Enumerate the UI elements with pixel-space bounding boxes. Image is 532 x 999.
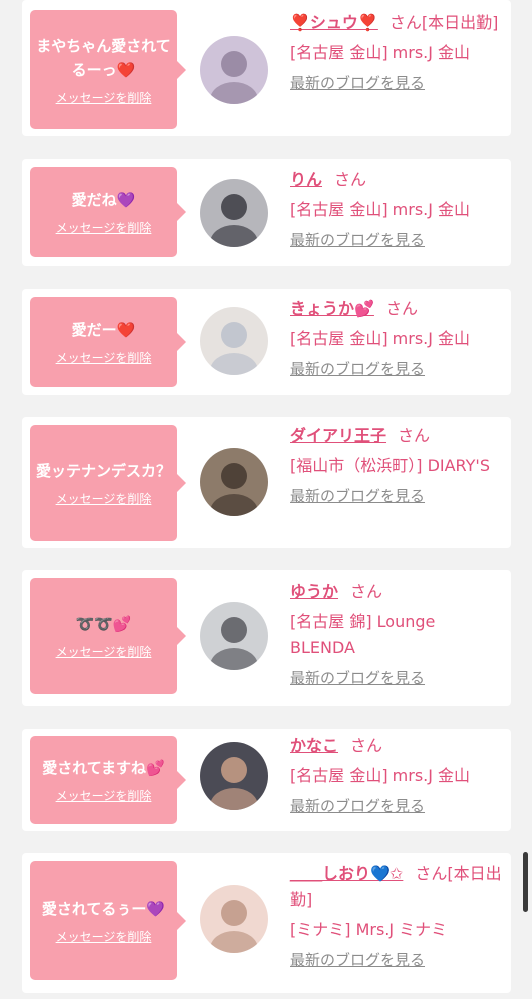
- avatar-image: [200, 448, 268, 516]
- delete-message-link[interactable]: メッセージを削除: [56, 491, 152, 507]
- girl-info: りん さん [名古屋 金山] mrs.J 金山 最新のブログを見る: [290, 167, 505, 251]
- avatar-photo-icon[interactable]: [200, 307, 268, 375]
- blog-link-wrap: 最新のブログを見る: [290, 479, 505, 507]
- honorific: さん: [350, 736, 383, 755]
- message-card: まやちゃん愛されてるーっ❤️ メッセージを削除 ❣️シュウ❣️ さん[本日出勤] [名古…: [22, 0, 511, 136]
- avatar-image: [200, 742, 268, 810]
- name-line: ダイアリ王子 さん: [290, 423, 505, 449]
- girl-info: ＿＿しおり💙✩ さん[本日出勤] [ミナミ] Mrs.J ミナミ 最新のブログを見る: [290, 861, 505, 971]
- honorific: さん: [398, 426, 431, 445]
- avatar-photo-icon[interactable]: [200, 885, 268, 953]
- honorific: さん: [385, 299, 418, 318]
- message-bubble: 愛ッテナンデスカ？ メッセージを削除: [30, 425, 186, 541]
- girl-info: きょうか💕 さん [名古屋 金山] mrs.J 金山 最新のブログを見る: [290, 296, 505, 380]
- girl-info: ❣️シュウ❣️ さん[本日出勤] [名古屋 金山] mrs.J 金山 最新のブログを見…: [290, 10, 505, 94]
- delete-message-link[interactable]: メッセージを削除: [56, 644, 152, 660]
- girl-name-link[interactable]: ❣️シュウ❣️: [290, 13, 378, 32]
- honorific: さん: [334, 170, 367, 189]
- blog-link-wrap: 最新のブログを見る: [290, 223, 505, 251]
- name-line: ❣️シュウ❣️ さん[本日出勤]: [290, 10, 505, 36]
- honorific: さん: [350, 582, 383, 601]
- latest-blog-link[interactable]: 最新のブログを見る: [290, 795, 425, 817]
- shop-name: [名古屋 金山] mrs.J 金山: [290, 43, 471, 62]
- girl-name-link[interactable]: りん: [290, 170, 322, 189]
- message-card: ➰➰💕 メッセージを削除 ゆうか さん [名古屋 錦] Lounge BLENDA 最新の…: [22, 570, 511, 706]
- message-card: 愛だね💜 メッセージを削除 りん さん [名古屋 金山] mrs.J 金山 最新のブログを…: [22, 159, 511, 266]
- girl-name-link[interactable]: きょうか💕: [290, 299, 374, 318]
- avatar-image: [200, 885, 268, 953]
- shop-name: [福山市（松浜町）] DIARY'S: [290, 456, 490, 475]
- blog-link-wrap: 最新のブログを見る: [290, 943, 505, 971]
- delete-message-link[interactable]: メッセージを削除: [56, 220, 152, 236]
- shop-name: [名古屋 金山] mrs.J 金山: [290, 329, 471, 348]
- avatar-image: [200, 602, 268, 670]
- delete-message-link[interactable]: メッセージを削除: [56, 90, 152, 106]
- girl-name-link[interactable]: ダイアリ王子: [290, 426, 386, 445]
- message-text: ➰➰💕: [75, 615, 132, 633]
- message-text: 愛だー❤️: [71, 321, 136, 339]
- message-card: 愛されてますね💕 メッセージを削除 かなこ さん [名古屋 金山] mrs.J 金山 最新…: [22, 729, 511, 831]
- girl-info: ダイアリ王子 さん [福山市（松浜町）] DIARY'S 最新のブログを見る: [290, 423, 505, 507]
- message-list: まやちゃん愛されてるーっ❤️ メッセージを削除 ❣️シュウ❣️ さん[本日出勤] [名古…: [0, 0, 532, 999]
- delete-message-link[interactable]: メッセージを削除: [56, 929, 152, 945]
- latest-blog-link[interactable]: 最新のブログを見る: [290, 949, 425, 971]
- latest-blog-link[interactable]: 最新のブログを見る: [290, 667, 425, 689]
- name-line: ＿＿しおり💙✩ さん[本日出勤]: [290, 861, 505, 913]
- name-line: りん さん: [290, 167, 505, 193]
- delete-message-link[interactable]: メッセージを削除: [56, 350, 152, 366]
- honorific: さん: [415, 864, 448, 883]
- message-text: 愛だね💜: [71, 191, 136, 209]
- shop-name: [名古屋 金山] mrs.J 金山: [290, 200, 471, 219]
- message-bubble: 愛されてますね💕 メッセージを削除: [30, 736, 186, 824]
- status-text: [本日出勤]: [421, 13, 499, 32]
- message-bubble: 愛だね💜 メッセージを削除: [30, 167, 186, 257]
- latest-blog-link[interactable]: 最新のブログを見る: [290, 358, 425, 380]
- message-card: 愛だー❤️ メッセージを削除 きょうか💕 さん [名古屋 金山] mrs.J 金山 最新の…: [22, 289, 511, 395]
- avatar-image: [200, 179, 268, 247]
- scrollbar[interactable]: [523, 852, 528, 912]
- blog-link-wrap: 最新のブログを見る: [290, 789, 505, 817]
- shop-name: [名古屋 錦] Lounge BLENDA: [290, 612, 436, 657]
- girl-info: かなこ さん [名古屋 金山] mrs.J 金山 最新のブログを見る: [290, 733, 505, 817]
- girl-info: ゆうか さん [名古屋 錦] Lounge BLENDA 最新のブログを見る: [290, 579, 505, 689]
- avatar-image: [200, 36, 268, 104]
- avatar-photo-icon[interactable]: [200, 179, 268, 247]
- message-bubble: 愛だー❤️ メッセージを削除: [30, 297, 186, 387]
- girl-name-link[interactable]: ＿＿しおり💙✩: [290, 864, 403, 883]
- message-bubble: 愛されてるぅー💜 メッセージを削除: [30, 861, 186, 980]
- shop-name: [名古屋 金山] mrs.J 金山: [290, 766, 471, 785]
- name-line: かなこ さん: [290, 733, 505, 759]
- delete-message-link[interactable]: メッセージを削除: [56, 788, 152, 804]
- message-card: 愛ッテナンデスカ？ メッセージを削除 ダイアリ王子 さん [福山市（松浜町）] DIAR…: [22, 417, 511, 548]
- latest-blog-link[interactable]: 最新のブログを見る: [290, 229, 425, 251]
- message-card: 愛されてるぅー💜 メッセージを削除 ＿＿しおり💙✩ さん[本日出勤] [ミナミ] Mrs…: [22, 853, 511, 993]
- girl-name-link[interactable]: ゆうか: [290, 582, 338, 601]
- blog-link-wrap: 最新のブログを見る: [290, 66, 505, 94]
- message-text: 愛されてるぅー💜: [41, 899, 166, 918]
- avatar-image: [200, 307, 268, 375]
- name-line: きょうか💕 さん: [290, 296, 505, 322]
- shop-name: [ミナミ] Mrs.J ミナミ: [290, 920, 448, 939]
- message-text: 愛されてますね💕: [42, 759, 165, 777]
- blog-link-wrap: 最新のブログを見る: [290, 661, 505, 689]
- honorific: さん: [389, 13, 422, 32]
- latest-blog-link[interactable]: 最新のブログを見る: [290, 72, 425, 94]
- message-text: 愛ッテナンデスカ？: [36, 462, 172, 480]
- message-text: まやちゃん愛されてるーっ❤️: [36, 36, 171, 79]
- blog-link-wrap: 最新のブログを見る: [290, 352, 505, 380]
- girl-name-link[interactable]: かなこ: [290, 736, 338, 755]
- name-line: ゆうか さん: [290, 579, 505, 605]
- avatar-photo-icon[interactable]: [200, 36, 268, 104]
- message-bubble: まやちゃん愛されてるーっ❤️ メッセージを削除: [30, 10, 186, 129]
- avatar-photo-icon[interactable]: [200, 742, 268, 810]
- latest-blog-link[interactable]: 最新のブログを見る: [290, 485, 425, 507]
- message-bubble: ➰➰💕 メッセージを削除: [30, 578, 186, 694]
- avatar-photo-icon[interactable]: [200, 448, 268, 516]
- avatar-photo-icon[interactable]: [200, 602, 268, 670]
